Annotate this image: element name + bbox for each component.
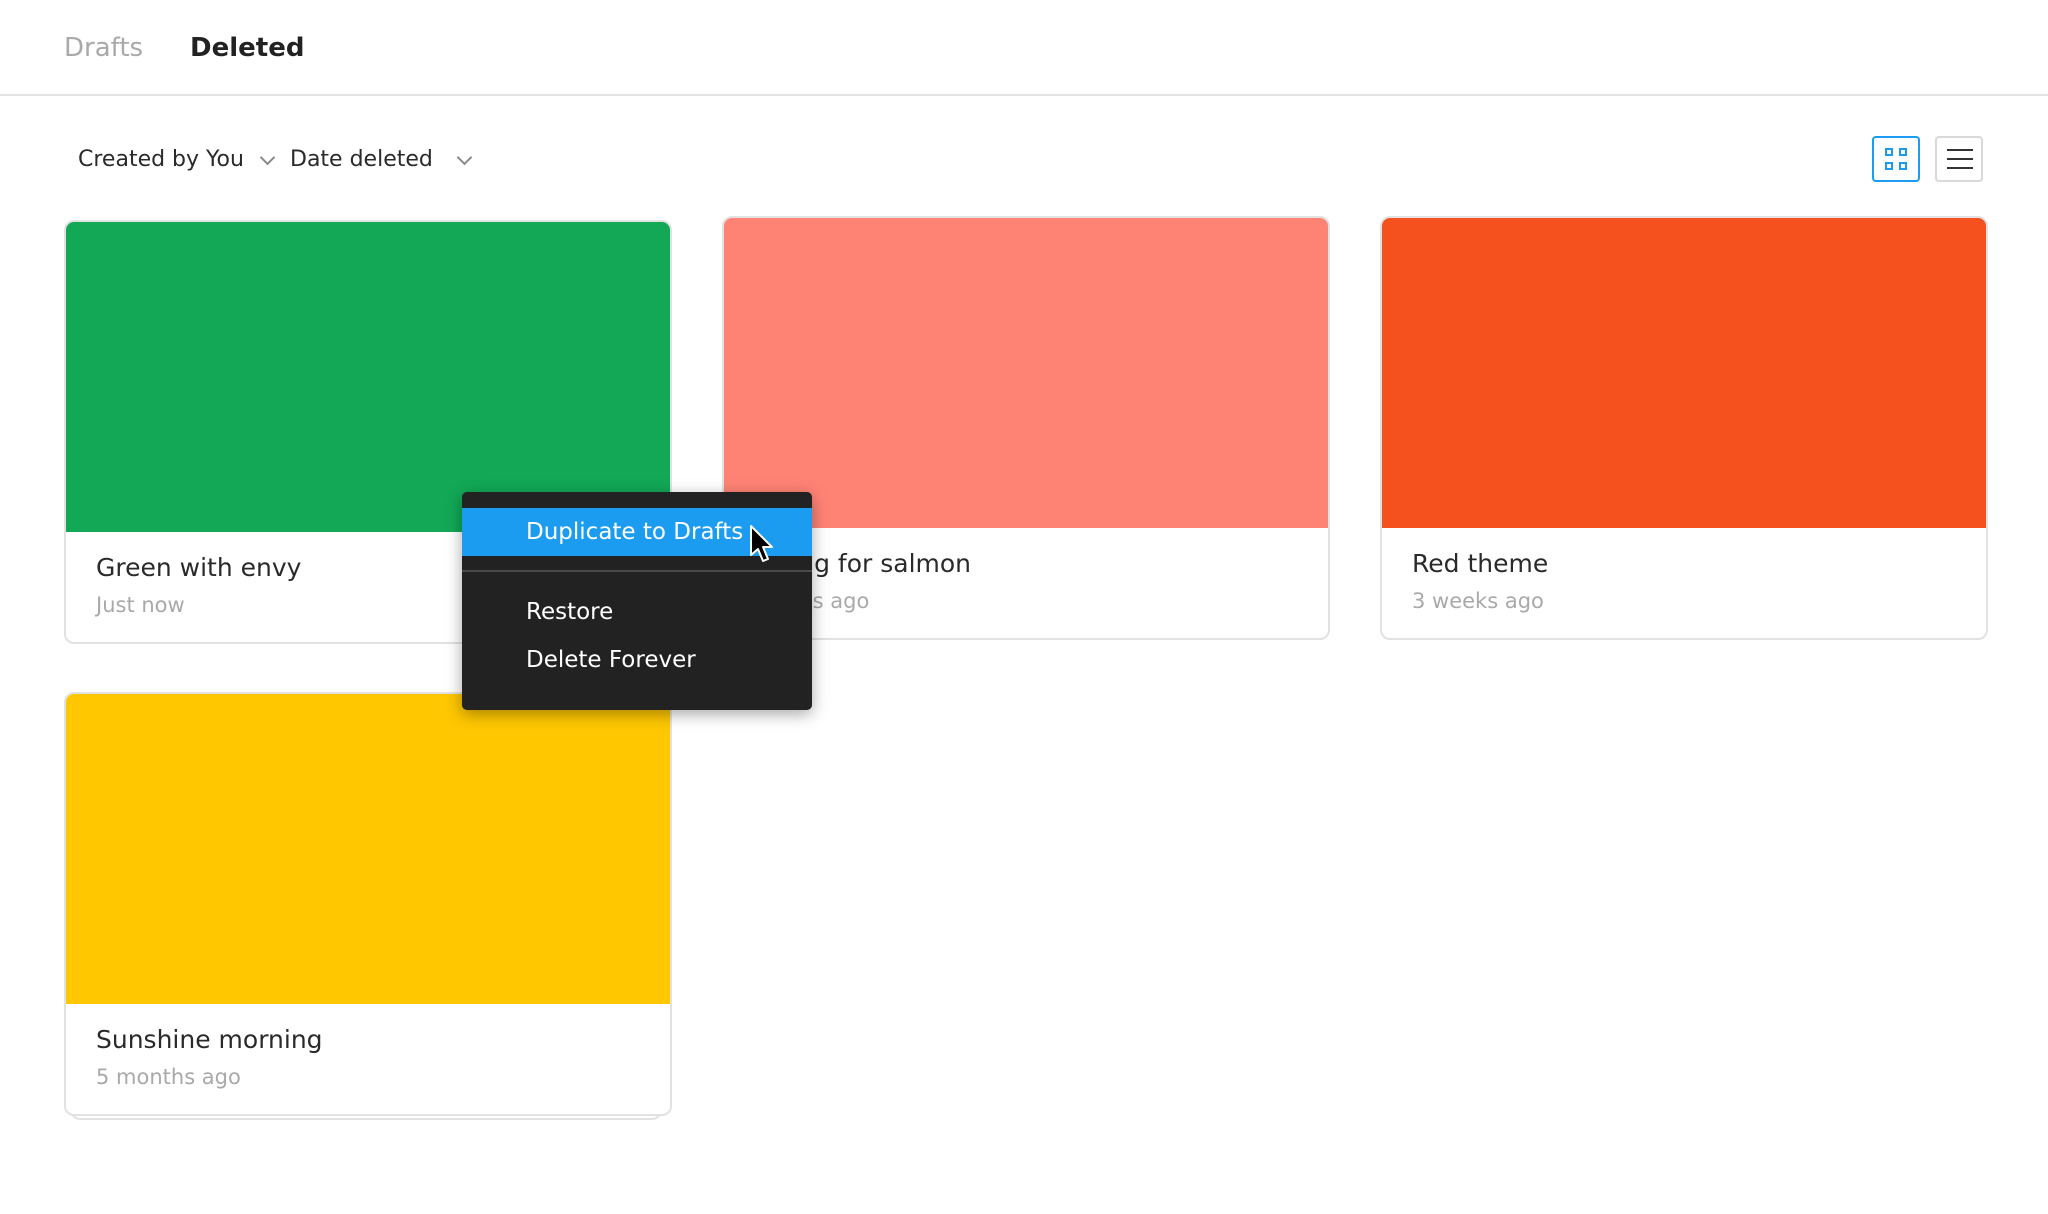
tab-drafts[interactable]: Drafts	[64, 30, 143, 66]
card-thumbnail	[66, 222, 670, 532]
owner-filter-dropdown[interactable]: Created by You	[78, 144, 276, 176]
card-timestamp: Just now	[96, 593, 185, 617]
file-card[interactable]: Sunshine morning 5 months ago	[64, 692, 672, 1116]
card-title: Red theme	[1412, 549, 1549, 578]
card-title: Green with envy	[96, 553, 302, 582]
card-thumbnail	[724, 218, 1328, 528]
tab-deleted[interactable]: Deleted	[190, 30, 304, 66]
list-view-button[interactable]	[1935, 136, 1983, 182]
menu-divider	[462, 570, 812, 572]
card-thumbnail	[1382, 218, 1986, 528]
tab-bar: Drafts Deleted	[0, 0, 2048, 96]
card-thumbnail	[66, 694, 670, 1004]
file-card[interactable]: Red theme 3 weeks ago	[1380, 216, 1988, 640]
card-timestamp: 5 months ago	[96, 1065, 241, 1089]
arrow-cursor-icon	[750, 525, 773, 562]
delete-forever-menu-item[interactable]: Delete Forever	[462, 636, 812, 684]
page: Drafts Deleted Created by You Date delet…	[0, 0, 2048, 1214]
chevron-down-icon	[456, 149, 473, 165]
owner-filter-label: Created by You	[78, 147, 244, 172]
chevron-down-icon	[259, 149, 276, 165]
sort-filter-dropdown[interactable]: Date deleted	[290, 144, 473, 176]
card-timestamp: 3 weeks ago	[1412, 589, 1544, 613]
grid-view-button[interactable]	[1872, 136, 1920, 182]
card-title: Sunshine morning	[96, 1025, 323, 1054]
file-card[interactable]: Pining for salmon 3 days ago	[722, 216, 1330, 640]
restore-menu-item[interactable]: Restore	[462, 588, 812, 636]
sort-filter-label: Date deleted	[290, 147, 433, 172]
